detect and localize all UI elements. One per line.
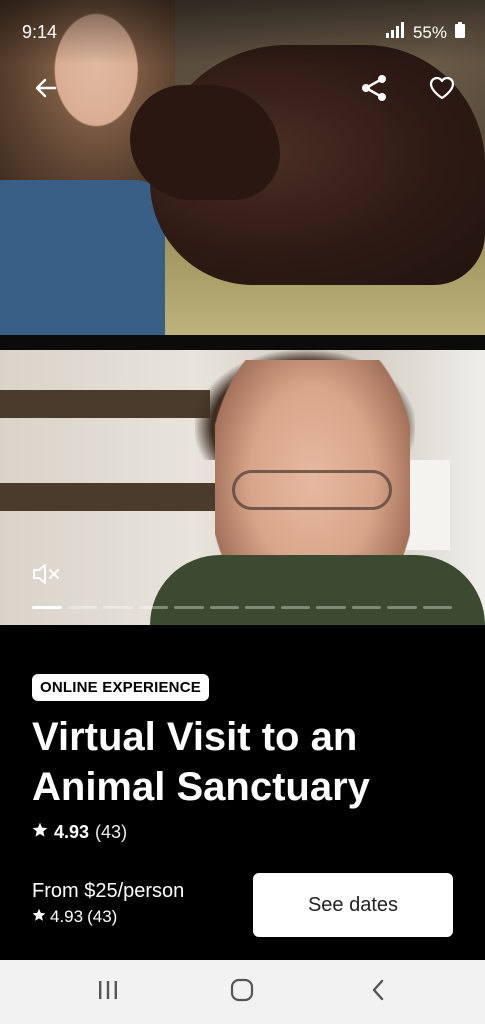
progress-segment xyxy=(351,606,381,609)
home-button[interactable] xyxy=(222,974,262,1010)
arrow-left-icon xyxy=(33,75,59,106)
progress-segment xyxy=(209,606,239,609)
favorite-button[interactable] xyxy=(424,72,460,108)
system-back-button[interactable] xyxy=(358,974,398,1010)
shelf xyxy=(0,390,210,418)
recents-button[interactable] xyxy=(88,974,128,1010)
host-shirt xyxy=(150,555,485,625)
rating-value: 4.93 xyxy=(54,822,90,842)
progress-segment xyxy=(245,606,275,609)
video-progress xyxy=(32,606,452,609)
battery-icon xyxy=(455,22,465,43)
progress-segment xyxy=(387,606,417,609)
progress-segment xyxy=(32,606,62,609)
listing-title: Virtual Visit to an Animal Sanctuary xyxy=(32,715,370,809)
share-button[interactable] xyxy=(356,72,392,108)
video-divider xyxy=(0,335,485,350)
progress-segment xyxy=(138,606,168,609)
price-block: From $25/person 4.93 (43) xyxy=(32,880,184,927)
see-dates-button[interactable]: See dates xyxy=(253,873,453,937)
back-button[interactable] xyxy=(28,72,64,108)
progress-segment xyxy=(316,606,346,609)
progress-segment xyxy=(67,606,97,609)
video-media[interactable] xyxy=(0,0,485,625)
status-indicators: 55% xyxy=(385,22,465,43)
status-time: 9:14 xyxy=(22,22,58,42)
progress-segment xyxy=(103,606,133,609)
status-bar: 9:14 55% xyxy=(0,0,485,64)
system-nav-bar xyxy=(0,960,485,1024)
chevron-left-icon xyxy=(370,979,386,1006)
home-circle-icon xyxy=(230,978,254,1007)
volume-muted-icon xyxy=(31,562,61,591)
star-icon xyxy=(32,822,48,843)
footer-review-count: (43) xyxy=(87,907,118,926)
shelf xyxy=(0,483,230,511)
progress-segment xyxy=(280,606,310,609)
progress-segment xyxy=(174,606,204,609)
online-experience-badge: ONLINE EXPERIENCE xyxy=(32,674,209,701)
star-icon xyxy=(32,907,46,927)
mute-button[interactable] xyxy=(28,560,64,592)
battery-label: 55% xyxy=(412,22,447,42)
footer-rating-value: 4.93 xyxy=(50,907,84,926)
woman-overalls xyxy=(0,180,165,335)
footer-rating: 4.93 (43) xyxy=(32,907,184,927)
heart-outline-icon xyxy=(429,76,455,105)
host-glasses xyxy=(232,470,392,510)
progress-segment xyxy=(422,606,452,609)
recent-apps-icon xyxy=(97,980,119,1005)
listing-rating: 4.93 (43) xyxy=(32,822,127,843)
goat-head xyxy=(130,85,280,200)
signal-icon xyxy=(385,22,405,43)
price-label: From $25/person xyxy=(32,880,185,902)
review-count: (43) xyxy=(95,822,128,842)
share-icon xyxy=(359,73,389,108)
